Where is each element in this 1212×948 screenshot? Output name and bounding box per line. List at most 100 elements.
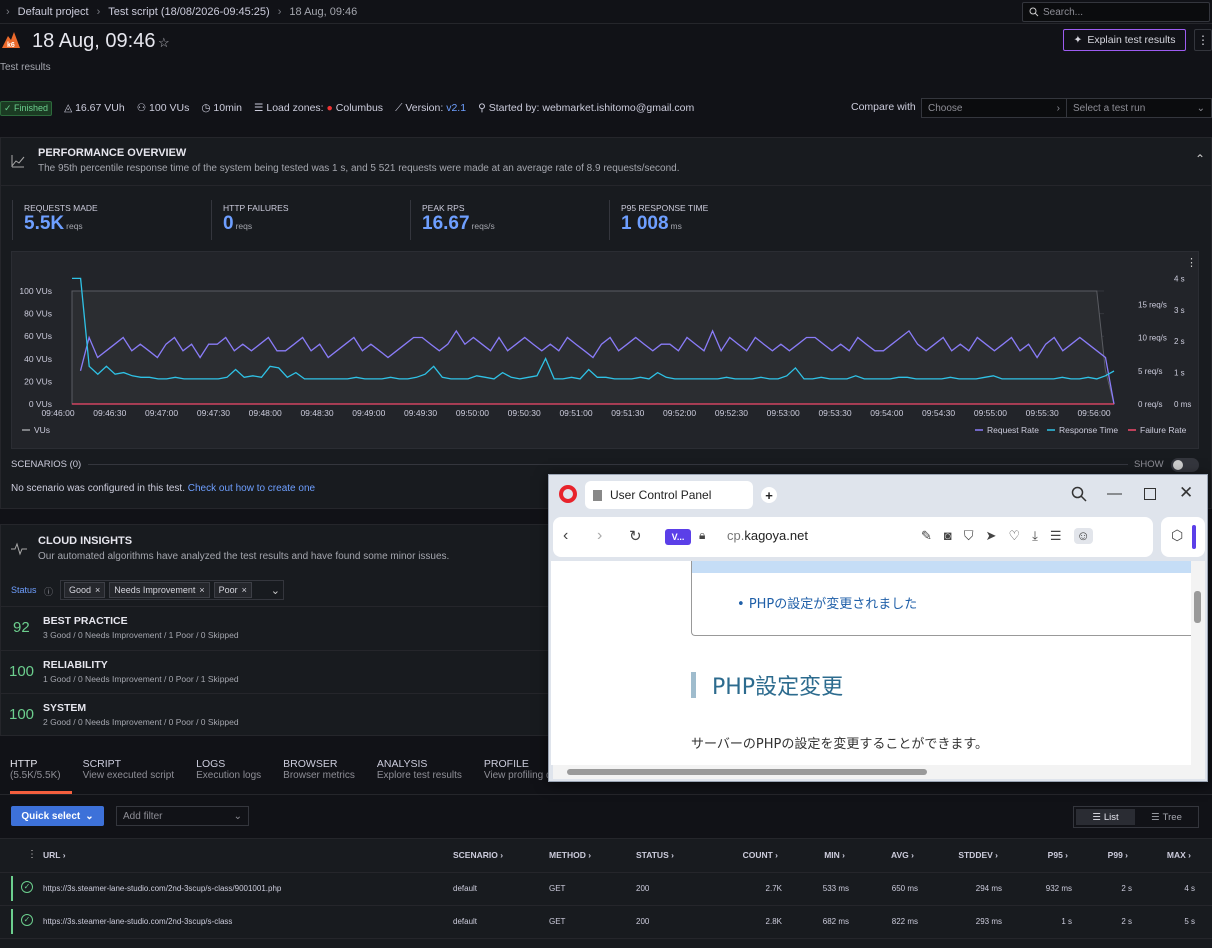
column-header[interactable]: P99 › [1108,850,1128,860]
table-cell[interactable]: https://3s.steamer-lane-studio.com/2nd-3… [43,917,232,926]
heart-icon[interactable]: ♡ [1008,528,1020,544]
download-icon[interactable]: ⤓ [1032,528,1038,544]
insight-row[interactable]: 92 BEST PRACTICE 3 Good / 0 Needs Improvem… [0,606,560,649]
time-tick-label: 4 s [1174,274,1185,283]
table-row[interactable]: ✓ https://3s.steamer-lane-studio.com/2nd-… [0,905,1212,938]
legend-label[interactable]: Failure Rate [1140,425,1187,435]
tab-script[interactable]: SCRIPT View executed script [83,758,175,781]
column-header[interactable]: URL › [43,850,66,860]
tab-logs[interactable]: LOGS Execution logs [196,758,261,781]
tab-http[interactable]: HTTP (5.5K/5.5K) [10,758,61,781]
scenarios-title: SCENARIOS (0) [11,459,82,470]
column-header[interactable]: AVG › [891,850,914,860]
add-filter-input[interactable]: Add filter ⌄ [116,806,249,826]
opera-logo-icon[interactable] [559,485,577,503]
table-row[interactable]: ✓ https://3s.steamer-lane-studio.com/2nd-… [0,872,1212,905]
breadcrumb-project[interactable]: Default project [18,6,89,18]
legend-label[interactable]: VUs [34,425,50,435]
url-text[interactable]: cp.kagoya.net [727,528,808,543]
explain-test-results-button[interactable]: ✦ Explain test results [1063,29,1186,51]
chart-area: ⋮ 0 VUs 20 VUs 40 VUs 60 VUs 80 VUs 100 VUs 0 r… [11,251,1199,449]
back-icon[interactable]: ‹ [563,527,568,545]
column-header[interactable]: MIN › [824,850,845,860]
legend-label[interactable]: Response Time [1059,425,1118,435]
new-tab-button[interactable]: + [761,487,777,503]
table-cell: default [453,884,478,893]
insight-row[interactable]: 100 RELIABILITY 1 Good / 0 Needs Improveme… [0,650,560,693]
browser-tab[interactable]: User Control Panel [585,481,753,509]
show-scenarios-toggle[interactable] [1171,458,1199,472]
sidebar-handle[interactable] [1192,525,1196,549]
settings-sliders-icon[interactable]: ☰ [1050,528,1062,544]
collapse-icon[interactable]: ⌃ [1195,152,1205,166]
chevron-down-icon[interactable]: ⌄ [271,584,280,597]
vertical-scrollbar[interactable] [1191,561,1205,765]
x-tick-label: 09:54:00 [870,408,903,418]
forward-icon[interactable]: › [597,527,602,545]
rps-tick-label: 0 req/s [1138,400,1162,409]
started-by: ⚲ Started by: webmarket.ishitomo@gmail.c… [478,102,695,114]
horizontal-scrollbar[interactable] [553,765,1205,779]
profile-icon[interactable]: ☺ [1073,528,1093,544]
chart-menu-icon[interactable]: ⋮ [1186,257,1197,269]
remove-chip-icon[interactable]: × [199,585,204,595]
breadcrumb-sep: › [96,5,101,18]
column-header[interactable]: METHOD › [549,850,591,860]
table-cell: 822 ms [891,917,918,926]
column-header[interactable]: MAX › [1167,850,1191,860]
cube-icon[interactable]: ⬡ [1171,527,1183,544]
tab-analysis[interactable]: ANALYSIS Explore test results [377,758,462,781]
vpn-badge[interactable]: V... [665,529,691,545]
duration: ◷ 10min [201,102,243,114]
page-icon [593,489,602,501]
tree-view-button[interactable]: ☰ Tree [1137,809,1196,825]
reload-icon[interactable]: ↻ [629,527,642,545]
list-view-button[interactable]: ☰ List [1076,809,1135,825]
status-filter-select[interactable]: Good × Needs Improvement × Poor × ⌄ [60,580,284,600]
remove-chip-icon[interactable]: × [242,585,247,595]
chevron-right-icon: › [585,850,592,860]
column-header[interactable]: STATUS › [636,850,674,860]
star-icon[interactable]: ☆ [158,35,170,51]
remove-chip-icon[interactable]: × [95,585,100,595]
more-options-button[interactable]: ⋮ [1194,29,1212,51]
send-icon[interactable]: ➤ [986,528,997,544]
address-bar-actions: ✎ ◙ ⛉ ➤ ♡ ⤓ ☰ ☺ [921,528,1093,544]
table-menu-icon[interactable]: ⋮ [27,849,37,860]
cloud-insights-desc: Our automated algorithms have analyzed t… [38,551,450,562]
page-subtitle: Test results [0,62,51,73]
shield-icon[interactable]: ⛉ [964,528,974,544]
vus-area [71,290,1115,405]
status-filter-label: Status [11,585,37,595]
insight-score: 92 [13,619,30,636]
compare-run-select[interactable]: Select a test run ⌄ [1066,98,1212,118]
minimize-button[interactable]: — [1107,485,1122,502]
edit-icon[interactable]: ✎ [921,528,932,544]
chart-line-icon [11,155,25,168]
column-header[interactable]: COUNT › [743,850,778,860]
load-zones: ☰ Load zones: ● Columbus [254,102,384,114]
breadcrumb-script[interactable]: Test script (18/08/2026-09:45:25) [108,6,269,18]
camera-icon[interactable]: ◙ [944,528,952,544]
insight-row[interactable]: 100 SYSTEM 2 Good / 0 Needs Improvement / … [0,693,560,736]
close-button[interactable]: ✕ [1179,483,1193,503]
table-cell[interactable]: https://3s.steamer-lane-studio.com/2nd-3… [43,884,281,893]
column-header[interactable]: STDDEV › [958,850,998,860]
maximize-button[interactable] [1144,488,1156,500]
search-icon[interactable] [1071,486,1087,502]
cloud-insights-title: CLOUD INSIGHTS [38,535,133,547]
column-header[interactable]: SCENARIO › [453,850,503,860]
time-tick-label: 0 ms [1174,400,1191,409]
table-cell: GET [549,884,566,893]
compare-choose-select[interactable]: Choose › [921,98,1067,118]
chevron-right-icon: › [772,850,778,860]
notice-item: • PHPの設定が変更されました [737,597,918,612]
show-label: SHOW [1134,459,1164,470]
table-cell: 294 ms [975,884,1002,893]
search-input[interactable]: Search... [1022,2,1210,22]
legend-label[interactable]: Request Rate [987,425,1039,435]
create-scenario-link[interactable]: Check out how to create one [188,483,315,494]
column-header[interactable]: P95 › [1048,850,1068,860]
quick-select-button[interactable]: Quick select ⌄ [11,806,104,826]
tab-browser[interactable]: BROWSER Browser metrics [283,758,355,781]
